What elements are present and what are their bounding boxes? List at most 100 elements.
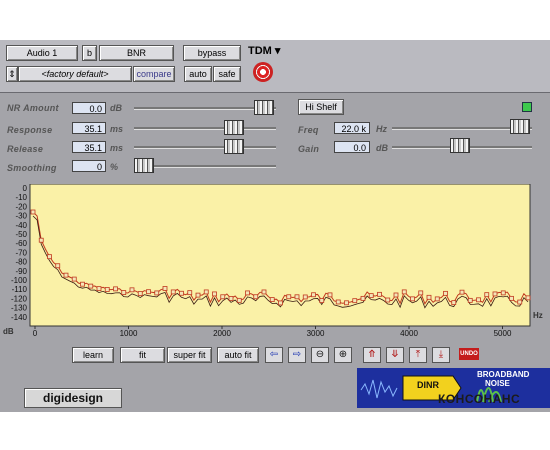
response-value[interactable]: 35.1	[72, 122, 106, 134]
curve-handle[interactable]	[88, 283, 94, 289]
safe-button[interactable]: safe	[213, 66, 241, 82]
curve-handle[interactable]	[525, 295, 531, 301]
response-slider[interactable]	[224, 120, 244, 135]
freq-slider[interactable]	[510, 119, 530, 134]
fit-button[interactable]: fit	[120, 347, 165, 363]
lower-all-button[interactable]: ⤋	[386, 347, 404, 363]
curve-handle[interactable]	[228, 296, 234, 301]
curve-handle[interactable]	[170, 289, 176, 295]
noise-profile-graph[interactable]: 0-10-20-30-40-50-60-70-80-90-100-110-120…	[0, 184, 550, 349]
curve-handle[interactable]	[179, 290, 184, 296]
curve-handle[interactable]	[203, 289, 209, 295]
curve-handle[interactable]	[286, 294, 292, 300]
curve-handle[interactable]	[80, 281, 85, 287]
curve-handle[interactable]	[385, 297, 391, 303]
curve-handle[interactable]	[55, 263, 61, 269]
curve-handle[interactable]	[71, 276, 77, 282]
gain-slider[interactable]	[450, 138, 470, 153]
curve-handle[interactable]	[311, 292, 316, 298]
curve-handle[interactable]	[377, 291, 382, 297]
curve-handle[interactable]	[195, 292, 201, 298]
curve-handle[interactable]	[253, 294, 259, 300]
undo-button[interactable]: UNDO	[459, 348, 479, 360]
lower-high-button[interactable]: ⤓	[432, 347, 450, 363]
hi-shelf-led[interactable]	[522, 102, 532, 112]
curve-handle[interactable]	[484, 292, 490, 298]
curve-handle[interactable]	[401, 289, 407, 295]
curve-handle[interactable]	[443, 290, 448, 296]
curve-handle[interactable]	[492, 291, 498, 297]
release-value[interactable]: 35.1	[72, 141, 106, 153]
auto-fit-button[interactable]: auto fit	[217, 347, 259, 363]
raise-all-button[interactable]: ⤊	[363, 347, 381, 363]
zoom-in-button[interactable]: ⊕	[334, 347, 352, 363]
curve-handle[interactable]	[137, 291, 143, 296]
hi-shelf-button[interactable]: Hi Shelf	[298, 99, 344, 115]
record-target-icon[interactable]	[253, 62, 273, 82]
curve-handle[interactable]	[426, 294, 432, 300]
release-slider[interactable]	[224, 139, 244, 154]
curve-handle[interactable]	[96, 286, 102, 292]
curve-handle[interactable]	[162, 286, 168, 291]
curve-handle[interactable]	[467, 297, 473, 303]
super-fit-button[interactable]: super fit	[167, 347, 212, 363]
curve-handle[interactable]	[352, 298, 358, 304]
curve-handle[interactable]	[129, 287, 135, 293]
zoom-out-button[interactable]: ⊖	[311, 347, 329, 363]
curve-handle[interactable]	[30, 209, 36, 215]
preset-arrows-button[interactable]: ⇕	[6, 66, 18, 82]
platform-menu[interactable]: TDM ▾	[248, 44, 280, 57]
curve-handle[interactable]	[212, 291, 217, 297]
curve-handle[interactable]	[360, 295, 366, 301]
preset-menu-button[interactable]: <factory default>	[18, 66, 132, 82]
scroll-left-button[interactable]: ⇦	[265, 347, 283, 363]
curve-handle[interactable]	[319, 298, 325, 303]
curve-handle[interactable]	[121, 290, 127, 295]
curve-handle[interactable]	[418, 290, 424, 296]
curve-handle[interactable]	[245, 290, 250, 296]
curve-handle[interactable]	[220, 294, 226, 300]
nr-amount-slider[interactable]	[254, 100, 274, 115]
curve-handle[interactable]	[294, 294, 300, 300]
curve-handle[interactable]	[302, 294, 308, 300]
curve-handle[interactable]	[278, 300, 283, 306]
curve-handle[interactable]	[451, 300, 457, 306]
scroll-right-button[interactable]: ⇨	[288, 347, 306, 363]
curve-handle[interactable]	[146, 289, 151, 295]
curve-handle[interactable]	[476, 297, 481, 303]
plugin-select-button[interactable]: BNR	[99, 45, 174, 61]
curve-handle[interactable]	[459, 289, 465, 295]
curve-handle[interactable]	[154, 290, 160, 296]
curve-handle[interactable]	[344, 300, 349, 306]
curve-handle[interactable]	[434, 296, 440, 302]
learn-button[interactable]: learn	[72, 347, 114, 363]
curve-handle[interactable]	[104, 287, 110, 292]
curve-handle[interactable]	[509, 295, 514, 301]
curve-handle[interactable]	[269, 297, 275, 302]
curve-handle[interactable]	[261, 289, 267, 295]
curve-handle[interactable]	[47, 254, 52, 260]
curve-handle[interactable]	[187, 290, 193, 296]
curve-handle[interactable]	[500, 290, 506, 296]
curve-handle[interactable]	[113, 286, 118, 292]
smoothing-value[interactable]: 0	[72, 160, 106, 172]
auto-button[interactable]: auto	[184, 66, 212, 82]
curve-handle[interactable]	[236, 297, 242, 303]
nr-amount-value[interactable]: 0.0	[72, 102, 106, 114]
smoothing-slider[interactable]	[134, 158, 154, 173]
curve-handle[interactable]	[38, 237, 44, 243]
bypass-button[interactable]: bypass	[183, 45, 241, 61]
curve-handle[interactable]	[327, 292, 333, 298]
curve-handle[interactable]	[63, 272, 69, 278]
insert-slot-button[interactable]: b	[82, 45, 97, 61]
curve-handle[interactable]	[410, 296, 415, 302]
raise-high-button[interactable]: ⤒	[409, 347, 427, 363]
freq-value[interactable]: 22.0 k	[334, 122, 370, 134]
compare-button[interactable]: compare	[133, 66, 175, 82]
curve-handle[interactable]	[517, 299, 523, 305]
curve-handle[interactable]	[393, 292, 399, 298]
curve-handle[interactable]	[368, 293, 374, 299]
gain-value[interactable]: 0.0	[334, 141, 370, 153]
track-select-button[interactable]: Audio 1	[6, 45, 78, 61]
curve-handle[interactable]	[335, 299, 341, 305]
